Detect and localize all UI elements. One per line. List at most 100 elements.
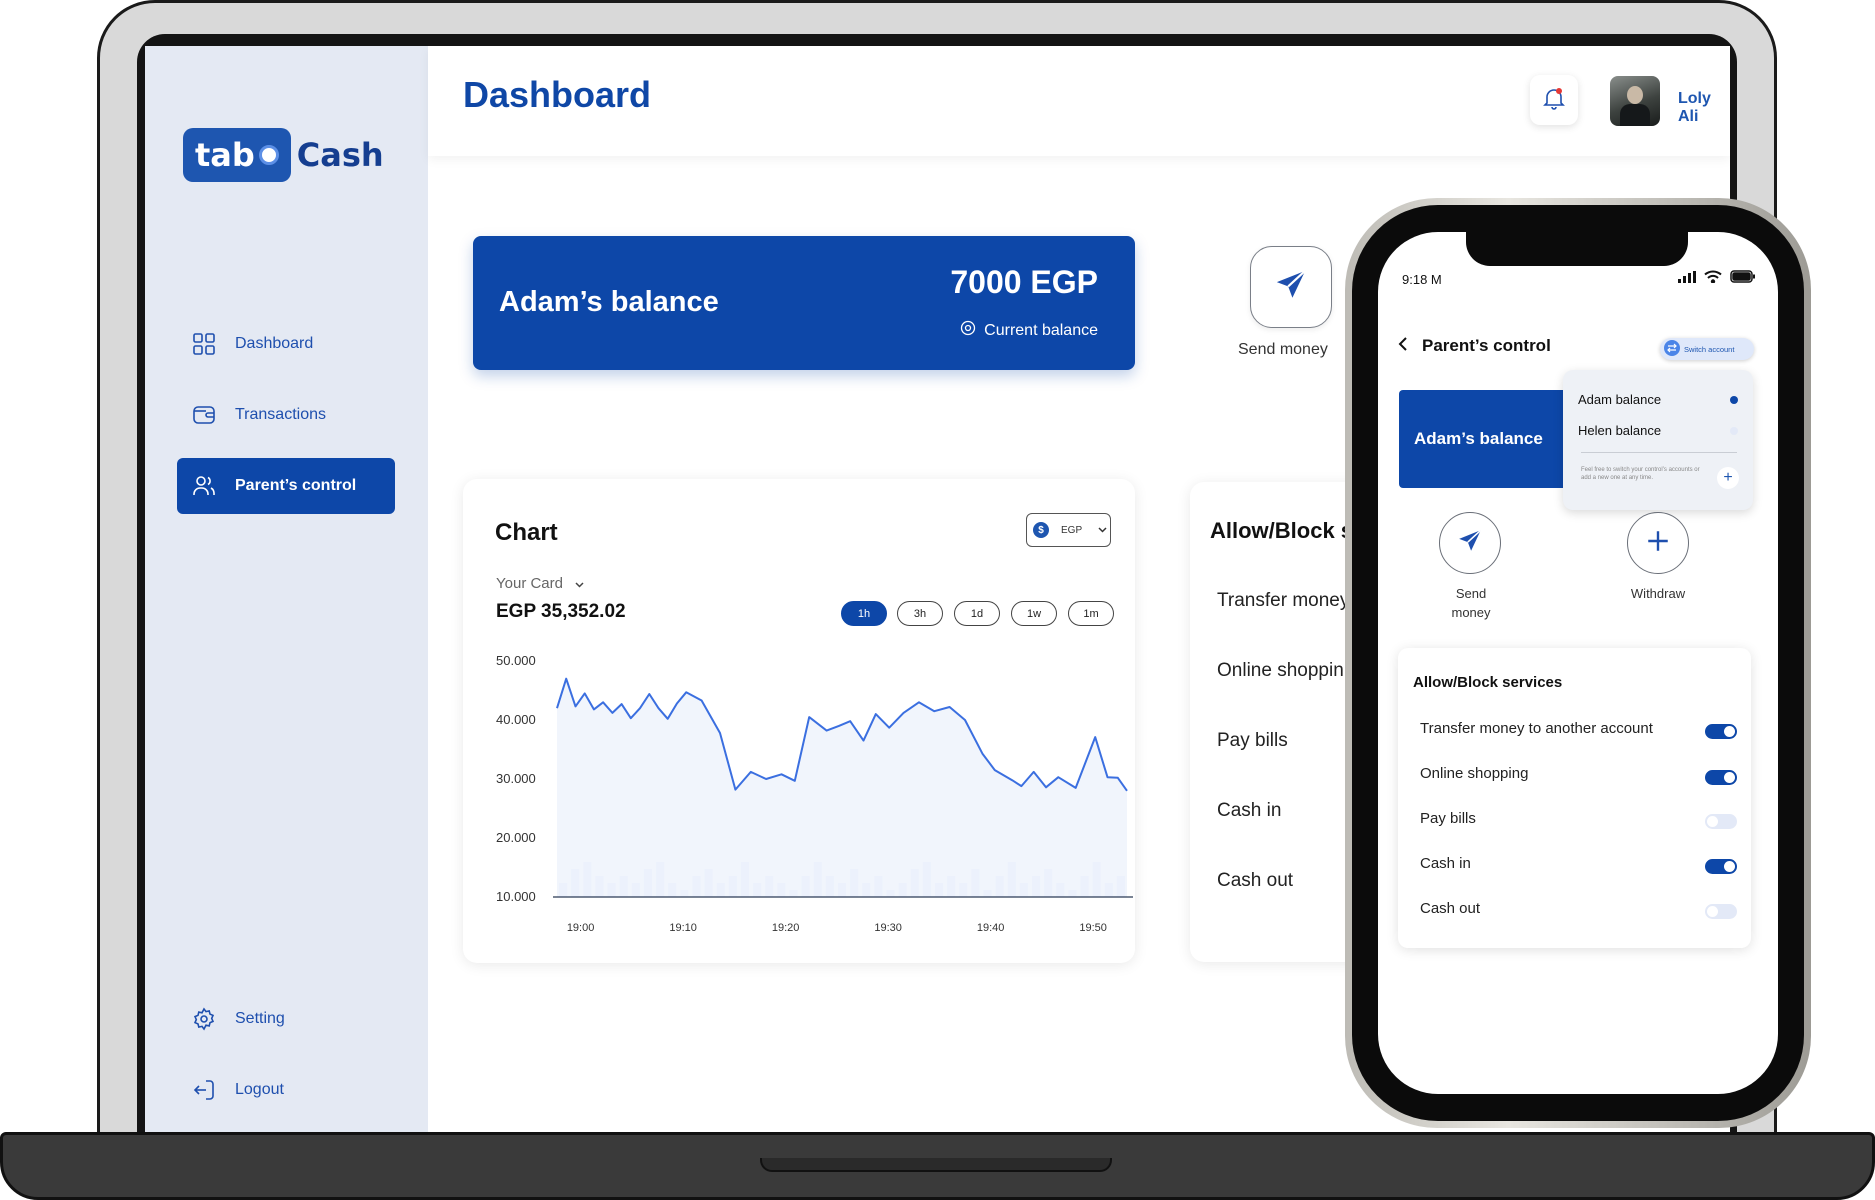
phone-send-money-label: Send money — [1451, 586, 1491, 620]
account-option-helen[interactable]: Helen balance — [1578, 423, 1661, 438]
withdraw-button[interactable] — [1627, 512, 1689, 574]
sidebar-item-label: Setting — [235, 1010, 285, 1027]
unselected-indicator — [1730, 427, 1738, 435]
toggle-cash-out[interactable] — [1705, 904, 1737, 919]
grid-icon — [191, 331, 217, 357]
send-money-button[interactable] — [1250, 246, 1332, 328]
account-option-adam[interactable]: Adam balance — [1578, 392, 1661, 407]
service-item: Cash out — [1217, 870, 1294, 891]
x-tick-label: 19:20 — [772, 922, 800, 934]
wallet-icon — [191, 402, 217, 428]
service-item: Online shoppin — [1217, 660, 1344, 681]
card-selector[interactable]: Your Card — [496, 575, 584, 592]
toggle-transfer[interactable] — [1705, 724, 1737, 739]
logo-dot-icon — [258, 145, 279, 165]
account-switcher-popup: Adam balance Helen balance Feel free to … — [1563, 370, 1753, 510]
x-tick-label: 19:10 — [669, 922, 697, 934]
divider — [1581, 452, 1737, 453]
phone-balance-card: Adam’s balance — [1399, 390, 1579, 488]
range-1m-button[interactable]: 1m — [1068, 601, 1114, 626]
notification-button[interactable] — [1530, 75, 1578, 125]
toggle-cash-in[interactable] — [1705, 859, 1737, 874]
sidebar-item-setting[interactable]: Setting — [177, 991, 395, 1047]
logo-text-tab: tab — [195, 136, 255, 174]
x-tick-label: 19:50 — [1079, 922, 1107, 934]
send-money-label: Send money — [1238, 341, 1328, 358]
service-item: Transfer money — [1217, 590, 1350, 611]
signal-icon — [1678, 270, 1696, 288]
phone-screen: 9:18 M Parent’s control Switch account A… — [1378, 232, 1778, 1094]
range-3h-button[interactable]: 3h — [897, 601, 943, 626]
phone-send-money-button[interactable] — [1439, 512, 1501, 574]
plus-icon: + — [1723, 469, 1733, 486]
laptop-base-notch — [760, 1158, 1112, 1172]
service-item-transfer: Transfer money to another account — [1420, 720, 1653, 737]
account-hint: Feel free to switch your control’s accou… — [1581, 467, 1700, 481]
y-tick-label: 30.000 — [496, 771, 536, 786]
app-logo[interactable]: tab Cash — [183, 128, 384, 182]
service-item: Cash in — [1217, 800, 1282, 821]
eye-icon — [960, 320, 976, 341]
y-tick-label: 20.000 — [496, 830, 536, 845]
top-header: Dashboard Loly Ali — [428, 46, 1730, 156]
balance-title: Adam’s balance — [499, 286, 719, 318]
switch-account-button[interactable]: Switch account — [1660, 338, 1754, 360]
phone-page-title: Parent’s control — [1422, 336, 1551, 355]
allow-block-title: Allow/Block services — [1413, 674, 1563, 691]
logo-text-cash: Cash — [296, 136, 384, 174]
logout-icon — [191, 1077, 217, 1103]
currency-select[interactable]: $ EGP — [1026, 513, 1111, 547]
service-item-cash-in: Cash in — [1420, 855, 1471, 872]
balance-subtitle: Current balance — [960, 320, 1098, 341]
toggle-online-shopping[interactable] — [1705, 770, 1737, 785]
sidebar-item-parents-control[interactable]: Parent’s control — [177, 458, 395, 514]
sidebar-item-transactions[interactable]: Transactions — [177, 387, 395, 443]
wifi-icon — [1704, 270, 1722, 288]
withdraw-label: Withdraw — [1630, 586, 1686, 601]
service-item-cash-out: Cash out — [1420, 900, 1481, 917]
status-time: 9:18 M — [1402, 272, 1442, 287]
x-tick-label: 19:30 — [874, 922, 902, 934]
sidebar-item-label: Transactions — [235, 406, 326, 423]
range-1d-button[interactable]: 1d — [954, 601, 1000, 626]
status-icons — [1678, 270, 1756, 288]
balance-amount: 7000 EGP — [950, 264, 1098, 300]
phone-allow-block-card: Allow/Block services Transfer money to a… — [1398, 648, 1751, 948]
page-title: Dashboard — [463, 74, 652, 115]
range-1w-button[interactable]: 1w — [1011, 601, 1057, 626]
price-chart: 50.000 40.000 30.000 20.000 10.000 19:00 19:10… — [496, 653, 1133, 934]
chart-title: Chart — [495, 519, 558, 546]
add-account-button[interactable]: + — [1717, 467, 1739, 489]
dollar-icon: $ — [1033, 522, 1049, 538]
avatar[interactable] — [1610, 76, 1660, 126]
user-name[interactable]: Loly Ali — [1678, 90, 1730, 126]
battery-icon — [1730, 270, 1756, 288]
sidebar-item-label: Logout — [235, 1081, 284, 1098]
balance-card: Adam’s balance 7000 EGP Current balance — [473, 236, 1135, 370]
phone-notch — [1466, 232, 1688, 266]
send-icon — [1457, 528, 1483, 559]
phone-header: Parent’s control — [1398, 336, 1551, 356]
sidebar-item-logout[interactable]: Logout — [177, 1062, 395, 1118]
toggle-pay-bills[interactable] — [1705, 814, 1737, 829]
chevron-down-icon — [1098, 525, 1107, 536]
allow-block-title: Allow/Block s — [1210, 518, 1354, 543]
x-tick-label: 19:00 — [567, 922, 595, 934]
back-icon[interactable] — [1398, 336, 1408, 356]
sidebar-item-dashboard[interactable]: Dashboard — [177, 316, 395, 372]
gear-icon — [191, 1006, 217, 1032]
sidebar: tab Cash Dashboard Transactions Parent’s… — [145, 46, 428, 1140]
service-item-online-shopping: Online shopping — [1420, 765, 1529, 782]
range-1h-button[interactable]: 1h — [841, 601, 887, 626]
sidebar-item-label: Dashboard — [235, 335, 314, 352]
y-tick-label: 10.000 — [496, 889, 536, 904]
logo-badge: tab — [183, 128, 291, 182]
plus-icon — [1645, 528, 1671, 559]
send-icon — [1274, 268, 1308, 307]
switch-icon — [1664, 340, 1680, 358]
bell-icon — [1543, 86, 1565, 115]
chart-card: 50.000 40.000 30.000 20.000 10.000 19:00 19:10… — [463, 479, 1135, 963]
sidebar-item-label: Parent’s control — [235, 477, 357, 494]
chevron-down-icon — [575, 575, 584, 592]
y-tick-label: 40.000 — [496, 712, 536, 727]
